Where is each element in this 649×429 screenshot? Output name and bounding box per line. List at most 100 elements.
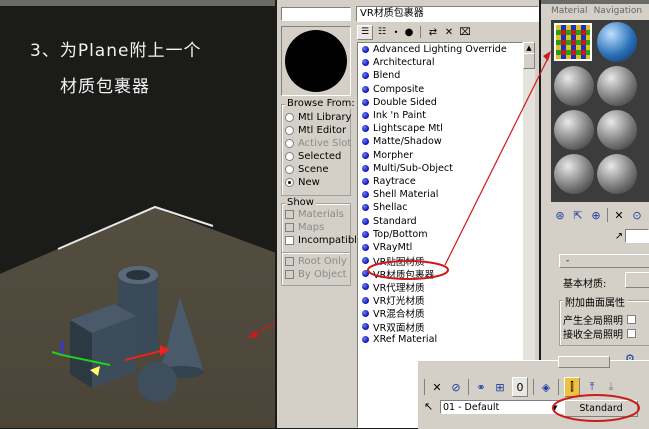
gen-gi-checkbox[interactable] [627, 315, 636, 324]
checkbox-icon [285, 257, 294, 266]
material-sphere-icon [362, 125, 369, 133]
material-list-item[interactable]: Composite [358, 83, 522, 96]
radio-scene[interactable]: Scene [285, 163, 349, 176]
pick-from-object-icon[interactable]: ↖ [424, 400, 438, 414]
material-list-item[interactable]: VR贴图材质 [358, 254, 522, 268]
material-list-item[interactable]: Blend [358, 69, 522, 82]
material-id-icon[interactable]: ⊞ [493, 378, 507, 396]
check-maps: Maps [285, 221, 349, 234]
material-list-item[interactable]: Standard [358, 214, 522, 227]
material-list-item[interactable]: Shell Material [358, 188, 522, 201]
view-list-icon[interactable]: ☰ [357, 24, 373, 40]
view-small-icons-icon[interactable]: • [391, 26, 401, 39]
material-list-item[interactable]: VR代理材质 [358, 280, 522, 294]
material-list-item[interactable]: Lightscape Mtl [358, 122, 522, 135]
material-list-item[interactable]: VR材质包裹器 [358, 267, 522, 281]
update-scene-icon[interactable]: ⇄ [426, 26, 440, 39]
copy-material-icon[interactable]: ⊙ [630, 206, 644, 224]
material-name-field[interactable]: 01 - Default [440, 400, 564, 414]
material-list-item-label: Lightscape Mtl [373, 123, 443, 135]
radio-active-slot: Active Slot [285, 137, 351, 150]
material-list-item-label: Architectural [373, 57, 435, 69]
material-sphere-icon [362, 309, 369, 317]
material-list-item[interactable]: Matte/Shadow [358, 135, 522, 148]
reset-icon[interactable]: ✕ [612, 206, 626, 224]
radio-new[interactable]: New [285, 176, 349, 189]
material-sphere-icon [362, 98, 369, 106]
put-to-scene-icon[interactable]: ⇱ [571, 206, 585, 224]
sample-slot-active[interactable] [554, 23, 592, 61]
recv-gi-checkbox[interactable] [627, 329, 636, 338]
material-sphere-icon [362, 164, 369, 172]
radio-mtl-editor[interactable]: Mtl Editor [285, 124, 349, 137]
view-list-icons-icon[interactable]: ☷ [375, 26, 389, 39]
material-list-item[interactable]: Raytrace [358, 175, 522, 188]
sample-sphere-gray[interactable] [554, 110, 594, 150]
material-list-item[interactable]: VR双面材质 [358, 320, 522, 334]
material-list-item[interactable]: VRayMtl [358, 241, 522, 254]
sample-sphere-gray[interactable] [597, 110, 637, 150]
material-list-item-label: Shell Material [373, 189, 439, 201]
name-dropdown-icon[interactable]: ▼ [552, 404, 557, 412]
show-map-icon[interactable]: ◈ [539, 378, 553, 396]
preview-panel [281, 26, 351, 96]
material-list-item[interactable]: XRef Material [358, 333, 522, 346]
material-sphere-icon [362, 151, 369, 159]
base-material-button[interactable] [625, 272, 649, 288]
browser-title-field[interactable]: VR材质包裹器 [356, 6, 539, 22]
check-incompatible[interactable]: Incompatible [285, 234, 363, 247]
material-list-item[interactable]: Multi/Sub-Object [358, 162, 522, 175]
sample-sphere-blue[interactable] [597, 22, 637, 62]
channel-icon[interactable]: 0 [512, 377, 528, 397]
radio-mtl-library[interactable]: Mtl Library [285, 111, 351, 124]
pick-material-icon[interactable]: ↗ [613, 227, 625, 245]
go-forward-icon[interactable]: ⤓ [604, 378, 618, 396]
radio-selected[interactable]: Selected [285, 150, 349, 163]
material-sphere-icon [362, 270, 369, 278]
material-list-item-label: VR贴图材质 [373, 256, 425, 268]
reset-map-icon[interactable]: ✕ [430, 378, 444, 396]
viewport-perspective[interactable]: 3、为Plane附上一个 材质包裹器 [0, 0, 275, 428]
clear-library-icon[interactable]: ⌧ [458, 26, 472, 39]
toolbar-divider [420, 26, 421, 38]
material-list-item[interactable]: Ink 'n Paint [358, 109, 522, 122]
material-list-item[interactable]: Advanced Lighting Override [358, 43, 522, 56]
sample-sphere-gray[interactable] [554, 66, 594, 106]
assign-material-icon[interactable]: ⊕ [589, 206, 603, 224]
bottom-drag-tab[interactable] [558, 356, 610, 368]
sample-sphere-gray[interactable] [554, 154, 594, 194]
sample-sphere-gray[interactable] [597, 154, 637, 194]
material-list-item[interactable]: Morpher [358, 149, 522, 162]
base-material-label: 基本材质: [563, 279, 607, 290]
toolbar-divider [424, 379, 425, 395]
material-list-item[interactable]: Shellac [358, 201, 522, 214]
material-list-item[interactable]: Double Sided [358, 96, 522, 109]
caption-line-2: 材质包裹器 [60, 77, 150, 97]
put-to-library-icon[interactable]: ⚭ [474, 378, 488, 396]
material-list-item[interactable]: Top/Bottom [358, 228, 522, 241]
material-sphere-icon [362, 323, 369, 331]
material-list-item[interactable]: Architectural [358, 56, 522, 69]
make-unique-icon[interactable]: ⊘ [449, 378, 463, 396]
material-list-item-label: Ink 'n Paint [373, 110, 427, 122]
material-list-item[interactable]: VR灯光材质 [358, 294, 522, 307]
checkbox-icon [285, 210, 294, 219]
delete-from-library-icon[interactable]: ✕ [442, 26, 456, 39]
menu-navigation[interactable]: Navigation [594, 6, 643, 16]
browser-name-field[interactable] [281, 7, 351, 21]
go-to-parent-icon[interactable]: ⤒ [585, 378, 599, 396]
rollout-header[interactable]: - [559, 254, 649, 268]
gen-gi-label: 产生全局照明 [563, 316, 623, 327]
get-material-icon[interactable]: ⊛ [553, 206, 567, 224]
material-sphere-icon [362, 46, 369, 54]
show-end-result-icon[interactable]: ⫿ [564, 377, 580, 397]
sample-sphere-gray[interactable] [597, 66, 637, 106]
menu-material[interactable]: Material [551, 6, 588, 16]
editor-bottom-panel: ✕ ⊘ ⚭ ⊞ 0 ◈ ⫿ ⤒ ⤓ ↖ 01 - Default ▼ Stand… [418, 356, 649, 429]
material-list-item[interactable]: VR混合材质 [358, 307, 522, 320]
material-sphere-icon [362, 283, 369, 291]
scroll-thumb[interactable] [523, 53, 535, 69]
view-large-icons-icon[interactable]: ● [403, 26, 415, 39]
editor-name-field[interactable] [625, 229, 649, 243]
material-type-button[interactable]: Standard [564, 400, 638, 417]
